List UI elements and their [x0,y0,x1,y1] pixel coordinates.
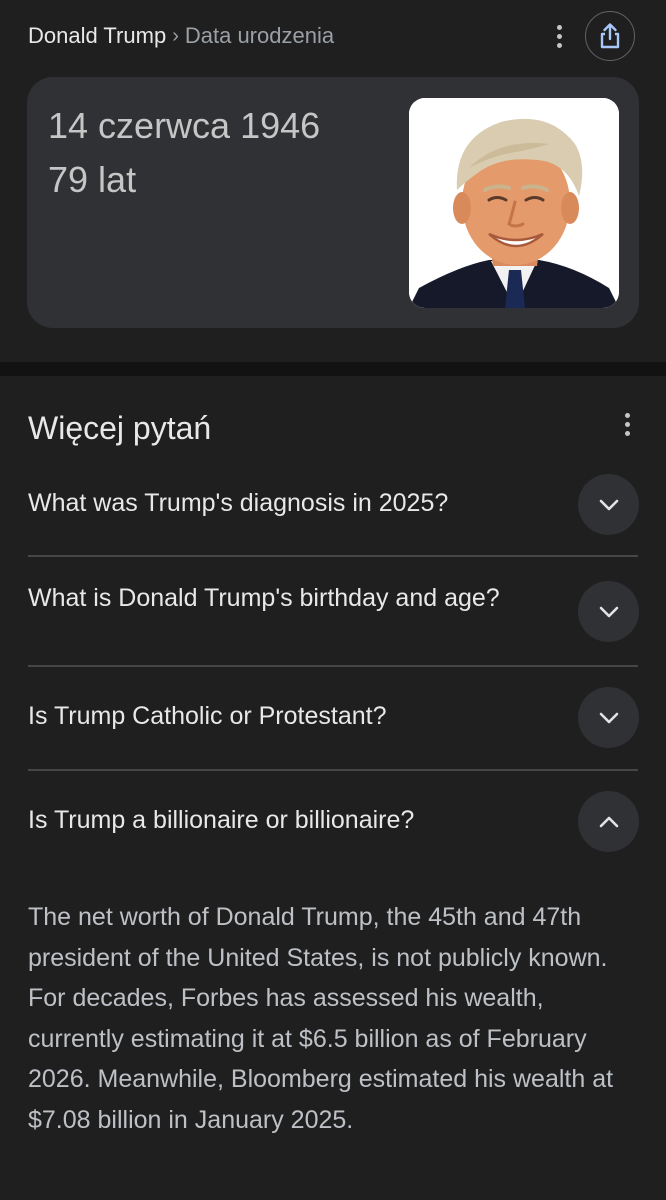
faq-divider [28,769,638,771]
portrait-illustration [409,98,619,308]
expand-button[interactable] [578,474,639,535]
chevron-up-icon [599,816,618,827]
answer-card: 14 czerwca 1946 79 lat [27,77,639,328]
faq-answer-text: The net worth of Donald Trump, the 45th … [28,903,614,1134]
birth-date: 14 czerwca 1946 [48,105,321,146]
chevron-down-icon [599,606,618,617]
breadcrumb-attribute: Data urodzenia [184,23,335,48]
faq-question[interactable]: What was Trump's diagnosis in 2025? [28,486,548,520]
more-vert-icon[interactable] [615,408,639,440]
more-vert-icon[interactable] [547,20,571,52]
age: 79 lat [48,159,137,200]
faq-item[interactable]: Is Trump Catholic or Protestant? [28,687,639,748]
breadcrumb-entity[interactable]: Donald Trump [28,23,166,49]
portrait-photo[interactable] [409,98,619,308]
expand-button[interactable] [578,687,639,748]
faq-item[interactable]: What is Donald Trump's birthday and age? [28,581,639,651]
chevron-down-icon [599,499,618,510]
faq-divider [28,665,638,667]
related-questions-section: Więcej pytań What was Trump's diagnosis … [0,376,666,1200]
share-icon [600,23,620,49]
faq-item[interactable]: What was Trump's diagnosis in 2025? [28,474,639,535]
faq-question[interactable]: What is Donald Trump's birthday and age? [28,581,548,615]
section-divider [0,362,666,376]
chevron-down-icon [599,712,618,723]
breadcrumb: Donald Trump › Data urodzenia [28,20,334,52]
faq-question[interactable]: Is Trump a billionaire or billionaire? [28,803,548,837]
share-button[interactable] [585,11,635,61]
faq-divider [28,555,638,557]
faq-question[interactable]: Is Trump Catholic or Protestant? [28,699,548,733]
breadcrumb-separator: › [172,24,179,47]
collapse-button[interactable] [578,791,639,852]
faq-item-expanded[interactable]: Is Trump a billionaire or billionaire? [28,791,639,852]
answer-header-section: Donald Trump › Data urodzenia 14 czerwca… [0,0,666,362]
section-title: Więcej pytań [28,410,212,446]
expand-button[interactable] [578,581,639,642]
